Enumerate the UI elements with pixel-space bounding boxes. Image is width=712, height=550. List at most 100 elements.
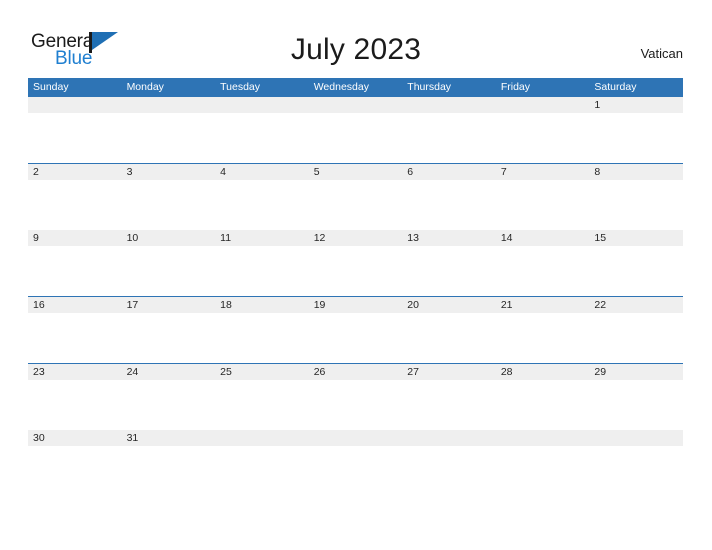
day-cell[interactable]: 31 [121, 430, 216, 497]
day-body[interactable] [495, 179, 590, 230]
day-body[interactable] [589, 446, 683, 497]
day-cell[interactable]: 17 [121, 297, 216, 364]
day-body[interactable] [589, 379, 683, 430]
day-body[interactable] [215, 179, 309, 230]
day-body[interactable] [308, 379, 403, 430]
day-body[interactable] [121, 179, 216, 230]
day-body[interactable] [121, 446, 216, 497]
day-body[interactable] [402, 113, 496, 163]
day-cell[interactable]: 10 [121, 230, 216, 297]
day-cell[interactable] [215, 430, 309, 497]
day-cell[interactable]: 27 [402, 363, 496, 430]
day-cell[interactable]: 1 [589, 97, 683, 163]
day-body[interactable] [215, 246, 309, 297]
week-row: 16 17 18 19 20 21 22 [28, 296, 683, 364]
day-body[interactable] [308, 246, 403, 297]
day-cell[interactable]: 6 [402, 163, 496, 230]
day-body[interactable] [495, 446, 590, 497]
day-cell[interactable] [308, 97, 403, 163]
day-body[interactable] [308, 446, 403, 497]
day-cell[interactable]: 18 [215, 297, 309, 364]
day-cell[interactable] [589, 430, 683, 497]
day-cell[interactable]: 8 [589, 163, 683, 230]
day-body[interactable] [28, 179, 122, 230]
day-body[interactable] [28, 379, 122, 430]
day-number: 28 [500, 365, 513, 378]
day-cell[interactable] [495, 97, 590, 163]
day-cell[interactable] [28, 97, 122, 163]
day-cell[interactable] [402, 97, 496, 163]
day-body[interactable] [215, 313, 309, 364]
day-cell[interactable] [495, 430, 590, 497]
day-body[interactable] [495, 113, 590, 163]
day-body[interactable] [495, 379, 590, 430]
day-cell[interactable]: 4 [215, 163, 309, 230]
day-number: 8 [594, 165, 601, 178]
day-cell[interactable]: 26 [308, 363, 403, 430]
day-number: 3 [126, 165, 133, 178]
day-cell[interactable]: 20 [402, 297, 496, 364]
day-band [495, 163, 590, 180]
day-body[interactable] [402, 379, 496, 430]
day-body[interactable] [402, 246, 496, 297]
day-cell[interactable]: 30 [28, 430, 122, 497]
day-body[interactable] [589, 179, 683, 230]
day-body[interactable] [215, 379, 309, 430]
day-cell[interactable] [121, 97, 216, 163]
day-cell[interactable]: 23 [28, 363, 122, 430]
day-body[interactable] [495, 246, 590, 297]
week-row: 2 3 4 5 6 7 8 [28, 162, 683, 230]
day-body[interactable] [28, 246, 122, 297]
day-body[interactable] [589, 246, 683, 297]
day-body[interactable] [121, 313, 216, 364]
day-cell[interactable]: 11 [215, 230, 309, 297]
day-body[interactable] [121, 113, 216, 163]
day-cell[interactable]: 3 [121, 163, 216, 230]
day-number: 15 [594, 232, 607, 245]
day-cell[interactable]: 5 [308, 163, 403, 230]
day-cell[interactable] [308, 430, 403, 497]
day-body[interactable] [402, 313, 496, 364]
day-body[interactable] [28, 446, 122, 497]
day-cell[interactable]: 19 [308, 297, 403, 364]
day-cell[interactable]: 14 [495, 230, 590, 297]
day-body[interactable] [589, 313, 683, 364]
day-cell[interactable]: 28 [495, 363, 590, 430]
day-number: 29 [594, 365, 607, 378]
day-body[interactable] [402, 179, 496, 230]
day-cell[interactable]: 21 [495, 297, 590, 364]
day-number: 13 [407, 232, 419, 245]
day-cell[interactable]: 29 [589, 363, 683, 430]
day-number: 27 [407, 365, 419, 378]
weekday-header-saturday: Saturday [594, 81, 637, 93]
day-cell[interactable]: 7 [495, 163, 590, 230]
day-body[interactable] [215, 113, 309, 163]
day-cell[interactable]: 12 [308, 230, 403, 297]
day-body[interactable] [215, 446, 309, 497]
day-cell[interactable]: 24 [121, 363, 216, 430]
day-cell[interactable] [402, 430, 496, 497]
day-body[interactable] [121, 246, 216, 297]
day-cell[interactable]: 25 [215, 363, 309, 430]
day-body[interactable] [495, 313, 590, 364]
day-band [28, 97, 122, 113]
day-band [215, 163, 309, 180]
day-body[interactable] [308, 113, 403, 163]
day-cell[interactable]: 16 [28, 297, 122, 364]
day-body[interactable] [121, 379, 216, 430]
day-body[interactable] [28, 113, 122, 163]
day-body[interactable] [589, 113, 683, 163]
day-cell[interactable]: 15 [589, 230, 683, 297]
day-cell[interactable]: 22 [589, 297, 683, 364]
day-cell[interactable]: 2 [28, 163, 122, 230]
day-band [215, 430, 309, 447]
day-number: 16 [33, 299, 45, 312]
day-body[interactable] [308, 313, 403, 364]
day-cell[interactable] [215, 97, 309, 163]
day-cell[interactable]: 9 [28, 230, 122, 297]
day-body[interactable] [308, 179, 403, 230]
week-row: 9 10 11 12 13 14 15 [28, 229, 683, 297]
day-body[interactable] [28, 313, 122, 364]
day-cell[interactable]: 13 [402, 230, 496, 297]
day-body[interactable] [402, 446, 496, 497]
